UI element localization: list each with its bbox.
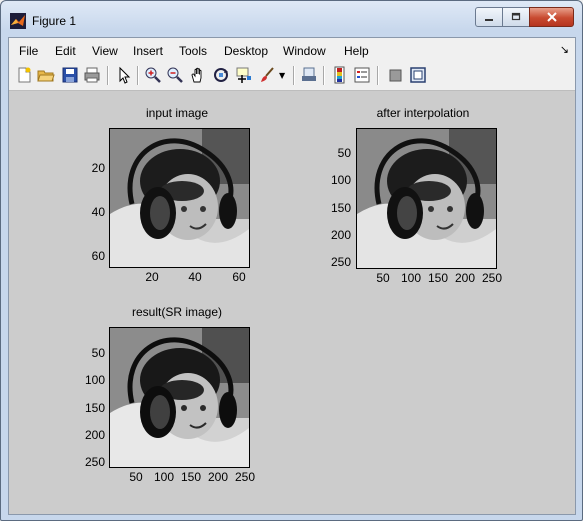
input-image bbox=[110, 129, 249, 267]
plot-area: input image 20 40 60 20 40 60 after inte… bbox=[9, 92, 575, 514]
sr-image bbox=[110, 328, 249, 467]
axes-title: after interpolation bbox=[376, 106, 470, 120]
y-tick-label: 50 bbox=[337, 146, 351, 160]
x-tick-label: 100 bbox=[153, 470, 175, 484]
minimize-icon bbox=[485, 19, 493, 21]
x-tick-label: 60 bbox=[232, 270, 246, 284]
minimize-button[interactable] bbox=[475, 7, 503, 27]
toolbar-separator bbox=[137, 66, 139, 85]
menu-tools[interactable]: Tools bbox=[179, 44, 207, 58]
axes-title: input image bbox=[145, 106, 209, 120]
print-icon[interactable] bbox=[83, 66, 101, 84]
window-title: Figure 1 bbox=[32, 14, 77, 28]
restore-icon bbox=[511, 12, 521, 21]
menu-bar: File Edit View Insert Tools Desktop Wind… bbox=[9, 38, 575, 62]
y-tick-label: 50 bbox=[91, 346, 105, 360]
x-tick-label: 200 bbox=[207, 470, 229, 484]
x-tick-label: 50 bbox=[129, 470, 143, 484]
toolbar-separator bbox=[293, 66, 295, 85]
y-tick-label: 250 bbox=[84, 455, 105, 469]
brush-dropdown-arrow-icon[interactable]: ▼ bbox=[279, 71, 285, 80]
title-bar[interactable]: Figure 1 bbox=[1, 1, 582, 35]
x-tick-label: 200 bbox=[454, 271, 476, 285]
interpolated-image bbox=[357, 129, 496, 268]
y-tick-label: 200 bbox=[84, 428, 105, 442]
rotate-3d-icon[interactable] bbox=[212, 66, 230, 84]
save-icon[interactable] bbox=[61, 66, 79, 84]
x-tick-label: 150 bbox=[427, 271, 449, 285]
y-tick-label: 60 bbox=[91, 249, 105, 263]
y-tick-label: 150 bbox=[330, 201, 351, 215]
sr-image-axes[interactable] bbox=[109, 327, 250, 468]
menu-view[interactable]: View bbox=[92, 44, 118, 58]
maximize-button[interactable] bbox=[502, 7, 530, 27]
toolbar-separator bbox=[107, 66, 109, 85]
figure-toolbar: ▼ bbox=[9, 62, 575, 91]
link-icon[interactable] bbox=[300, 66, 318, 84]
menu-file[interactable]: File bbox=[19, 44, 38, 58]
x-tick-label: 40 bbox=[188, 270, 202, 284]
menu-insert[interactable]: Insert bbox=[133, 44, 163, 58]
data-cursor-icon[interactable] bbox=[235, 66, 253, 84]
y-tick-label: 250 bbox=[330, 255, 351, 269]
toolbar-separator bbox=[377, 66, 379, 85]
y-tick-label: 20 bbox=[91, 161, 105, 175]
x-tick-label: 100 bbox=[400, 271, 422, 285]
figure-client-area: File Edit View Insert Tools Desktop Wind… bbox=[8, 37, 576, 515]
y-tick-label: 150 bbox=[84, 401, 105, 415]
close-icon bbox=[546, 12, 557, 22]
pointer-icon[interactable] bbox=[115, 66, 133, 84]
y-tick-label: 200 bbox=[330, 228, 351, 242]
input-image-axes[interactable] bbox=[109, 128, 250, 268]
menu-help[interactable]: Help bbox=[344, 44, 369, 58]
zoom-in-icon[interactable] bbox=[144, 66, 162, 84]
open-file-icon[interactable] bbox=[37, 66, 55, 84]
x-tick-label: 20 bbox=[145, 270, 159, 284]
zoom-out-icon[interactable] bbox=[166, 66, 184, 84]
menu-window[interactable]: Window bbox=[283, 44, 326, 58]
y-tick-label: 100 bbox=[330, 173, 351, 187]
legend-icon[interactable] bbox=[353, 66, 371, 84]
y-tick-label: 40 bbox=[91, 205, 105, 219]
close-button[interactable] bbox=[529, 7, 574, 27]
interpolated-image-axes[interactable] bbox=[356, 128, 497, 269]
show-plot-tools-icon[interactable] bbox=[409, 66, 427, 84]
x-tick-label: 50 bbox=[376, 271, 390, 285]
x-tick-label: 150 bbox=[180, 470, 202, 484]
colorbar-icon[interactable] bbox=[331, 66, 349, 84]
figure-window: Figure 1 File Edit View Insert Tools Des… bbox=[0, 0, 583, 521]
hide-plot-tools-icon[interactable] bbox=[386, 66, 404, 84]
axes-title: result(SR image) bbox=[131, 305, 223, 319]
menu-edit[interactable]: Edit bbox=[55, 44, 76, 58]
new-figure-icon[interactable] bbox=[15, 66, 33, 84]
pan-icon[interactable] bbox=[189, 66, 207, 84]
x-tick-label: 250 bbox=[481, 271, 503, 285]
toolbar-separator bbox=[323, 66, 325, 85]
window-controls bbox=[475, 7, 574, 27]
dock-arrow-icon[interactable]: ↘ bbox=[560, 43, 569, 56]
matlab-logo-icon bbox=[10, 13, 26, 29]
menu-desktop[interactable]: Desktop bbox=[224, 44, 268, 58]
x-tick-label: 250 bbox=[234, 470, 256, 484]
brush-icon[interactable] bbox=[259, 66, 277, 84]
y-tick-label: 100 bbox=[84, 373, 105, 387]
